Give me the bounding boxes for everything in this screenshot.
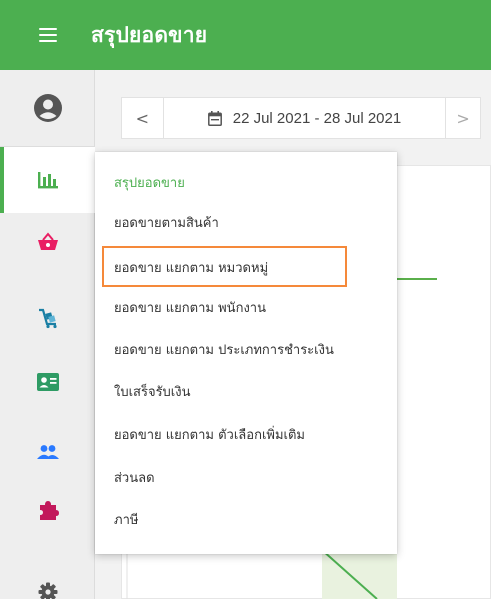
- sidebar: [0, 70, 95, 599]
- chart-line-fragment: [397, 278, 437, 280]
- previous-range-button[interactable]: <: [122, 98, 164, 138]
- app-window: สรุปยอดขาย < 22 Jul 2021 - 28 Jul 2021 >…: [0, 0, 491, 599]
- menu-item-taxes[interactable]: ภาษี: [95, 499, 397, 539]
- page-title: สรุปยอดขาย: [91, 22, 208, 47]
- menu-item-sales-by-employee[interactable]: ยอดขาย แยกตาม พนักงาน: [95, 287, 397, 327]
- puzzle-icon: [39, 501, 59, 520]
- sidebar-item-integrations[interactable]: [0, 484, 95, 536]
- account-circle-icon: [33, 94, 62, 122]
- menu-item-sales-by-payment-type[interactable]: ยอดขาย แยกตาม ประเภทการชำระเงิน: [95, 329, 397, 369]
- sidebar-item-inventory[interactable]: [0, 292, 95, 344]
- sidebar-item-products[interactable]: [0, 216, 95, 268]
- next-range-button[interactable]: >: [446, 98, 480, 138]
- menu-item-discounts[interactable]: ส่วนลด: [95, 457, 397, 497]
- chevron-left-icon: <: [135, 108, 150, 128]
- menu-item-sales-by-category[interactable]: ยอดขาย แยกตาม หมวดหมู่: [95, 247, 397, 287]
- date-range-selector[interactable]: 22 Jul 2021 - 28 Jul 2021: [164, 98, 447, 138]
- report-menu: สรุปยอดขาย ยอดขายตามสินค้า ยอดขาย แยกตาม…: [95, 152, 397, 554]
- bar-chart-icon: [37, 172, 58, 189]
- sidebar-item-settings[interactable]: [0, 572, 95, 599]
- hamburger-icon: [38, 28, 57, 42]
- sidebar-item-customers[interactable]: [0, 426, 95, 478]
- chevron-right-icon: >: [456, 108, 470, 128]
- menu-item-sales-by-product[interactable]: ยอดขายตามสินค้า: [95, 202, 397, 242]
- shopping-basket-icon: [37, 232, 58, 250]
- top-app-bar: สรุปยอดขาย: [0, 0, 491, 70]
- sidebar-item-sales-summary[interactable]: [0, 147, 95, 213]
- sidebar-item-employees[interactable]: [0, 356, 95, 408]
- menu-toggle-button[interactable]: [0, 0, 95, 70]
- cart-icon: [38, 308, 57, 329]
- contact-card-icon: [36, 373, 59, 391]
- menu-item-sales-by-modifier[interactable]: ยอดขาย แยกตาม ตัวเลือกเพิ่มเติม: [95, 414, 397, 454]
- menu-item-sales-summary[interactable]: สรุปยอดขาย: [95, 162, 397, 202]
- sidebar-item-account[interactable]: [0, 70, 95, 147]
- menu-item-receipts[interactable]: ใบเสร็จรับเงิน: [95, 371, 397, 411]
- users-icon: [36, 445, 59, 459]
- gear-icon: [38, 582, 57, 599]
- date-range-picker: < 22 Jul 2021 - 28 Jul 2021 >: [121, 97, 481, 139]
- date-range-label: 22 Jul 2021 - 28 Jul 2021: [232, 109, 402, 127]
- calendar-icon: [207, 110, 222, 126]
